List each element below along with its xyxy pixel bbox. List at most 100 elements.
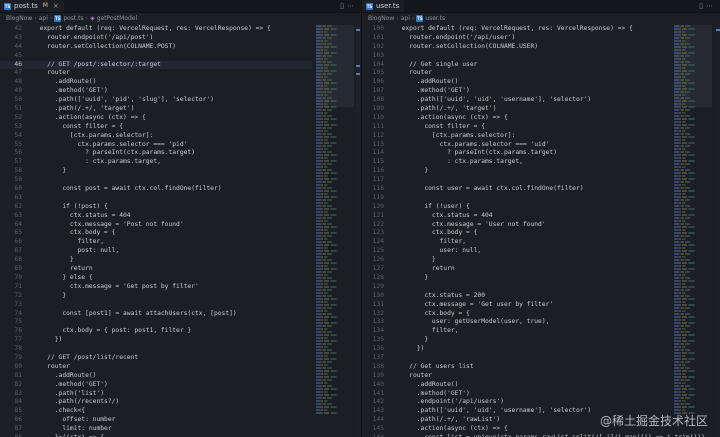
code-line[interactable]: 76 ctx.body = { post: post1, filter } [0, 327, 312, 336]
tab-user-ts[interactable]: TS user.ts [362, 0, 405, 12]
code-line[interactable]: 80 router [0, 363, 312, 372]
code-line[interactable]: 77 }) [0, 336, 312, 345]
code-line[interactable]: 114 ? parseInt(ctx.params.target) [362, 149, 672, 158]
code-line[interactable]: 70 } else { [0, 274, 312, 283]
overview-ruler[interactable] [356, 25, 360, 437]
code-line[interactable]: 69 return [0, 265, 312, 274]
code-line[interactable]: 46 // GET /post/:selector/:target [0, 60, 312, 70]
code-line[interactable]: 111 const filter = { [362, 123, 672, 132]
code-line[interactable]: 112 [ctx.params.selector]: [362, 132, 672, 141]
code-line[interactable]: 55 ctx.params.selector === 'pid' [0, 141, 312, 150]
code-line[interactable]: 83 .path('list') [0, 390, 312, 399]
code-line[interactable]: 135 } [362, 336, 672, 345]
code-line[interactable]: 67 post: null, [0, 247, 312, 256]
code-line[interactable]: 139 router [362, 372, 672, 381]
code-line[interactable]: 52 .action(async (ctx) => { [0, 114, 312, 123]
code-line[interactable]: 50 .path(['uuid', 'pid', 'slug'], 'selec… [0, 96, 312, 105]
more-actions-icon[interactable]: ⋯ [347, 2, 357, 10]
split-editor-icon[interactable]: ▯ [340, 2, 347, 10]
code-line[interactable]: 122 ctx.message = 'User not found' [362, 221, 672, 230]
code-line[interactable]: 133 user: getUserModel(user, true), [362, 318, 672, 327]
code-line[interactable]: 87 limit: number [0, 425, 312, 434]
code-line[interactable]: 129 [362, 283, 672, 292]
code-line[interactable]: 120 if (!user) { [362, 203, 672, 212]
breadcrumb-item[interactable]: api [401, 13, 410, 24]
code-line[interactable]: 141 .method('GET') [362, 390, 672, 399]
overview-ruler[interactable] [716, 25, 720, 437]
code-line[interactable]: 138 // Get users list [362, 363, 672, 372]
code-line[interactable]: 61 [0, 194, 312, 203]
code-line[interactable]: 78 [0, 345, 312, 354]
code-line[interactable]: 127 return [362, 265, 672, 274]
code-line[interactable]: 73 [0, 301, 312, 310]
code-line[interactable]: 110 .action(async (ctx) => { [362, 114, 672, 123]
code-line[interactable]: 118 const user = await ctx.col.findOne(f… [362, 185, 672, 194]
code-line[interactable]: 75 [0, 318, 312, 327]
split-editor-icon[interactable]: ▯ [699, 2, 706, 10]
code-line[interactable]: 47 router [0, 69, 312, 78]
code-line[interactable]: 64 ctx.message = 'Post not found' [0, 221, 312, 230]
code-line[interactable]: 130 ctx.status = 200 [362, 292, 672, 301]
code-line[interactable]: 121 ctx.status = 404 [362, 212, 672, 221]
code-line[interactable]: 42 export default (req: VercelRequest, r… [0, 25, 312, 34]
code-line[interactable]: 125 user: null, [362, 247, 672, 256]
code-line[interactable]: 113 ctx.params.selector === 'uid' [362, 141, 672, 150]
code-line[interactable]: 79 // GET /post/list/recent [0, 354, 312, 363]
minimap[interactable] [674, 25, 712, 425]
code-line[interactable]: 100 export default (req: VercelRequest, … [362, 25, 672, 34]
code-line[interactable]: 101 router.endpoint('/api/user') [362, 34, 672, 43]
code-line[interactable]: 49 .method('GET') [0, 87, 312, 96]
breadcrumb-item[interactable]: BlogNow [6, 13, 32, 24]
code-line[interactable]: 58 } [0, 167, 312, 176]
breadcrumb-item[interactable]: api [39, 13, 48, 24]
code-line[interactable]: 82 .method('GET') [0, 381, 312, 390]
code-line[interactable]: 104 // Get single user [362, 61, 672, 70]
code-line[interactable]: 116 } [362, 167, 672, 176]
code-line[interactable]: 86 offset: number [0, 416, 312, 425]
code-line[interactable]: 63 ctx.status = 404 [0, 212, 312, 221]
code-line[interactable]: 105 router [362, 69, 672, 78]
code-line[interactable]: 128 } [362, 274, 672, 283]
code-line[interactable]: 124 filter, [362, 238, 672, 247]
code-line[interactable]: 123 ctx.body = { [362, 229, 672, 238]
code-line[interactable]: 54 [ctx.params.selector]: [0, 132, 312, 141]
code-line[interactable]: 74 const [post1] = await attachUsers(ctx… [0, 310, 312, 319]
code-line[interactable]: 107 .method('GET') [362, 87, 672, 96]
minimap[interactable] [316, 25, 354, 425]
code-line[interactable]: 85 .check<{ [0, 407, 312, 416]
code-area[interactable]: 42 export default (req: VercelRequest, r… [0, 25, 312, 437]
code-line[interactable]: 134 filter, [362, 327, 672, 336]
code-line[interactable]: 136 }) [362, 345, 672, 354]
code-line[interactable]: 103 [362, 52, 672, 61]
code-line[interactable]: 140 .addRoute() [362, 381, 672, 390]
code-line[interactable]: 137 [362, 354, 672, 363]
code-line[interactable]: 131 ctx.message = 'Get user by filter' [362, 301, 672, 310]
code-line[interactable]: 53 const filter = { [0, 123, 312, 132]
code-line[interactable]: 108 .path(['uuid', 'uid', 'username'], '… [362, 96, 672, 105]
code-line[interactable]: 60 const post = await ctx.col.findOne(fi… [0, 185, 312, 194]
code-line[interactable]: 71 ctx.message = 'Get post by filter' [0, 283, 312, 292]
code-line[interactable]: 117 [362, 176, 672, 185]
code-line[interactable]: 59 [0, 176, 312, 185]
code-line[interactable]: 119 [362, 194, 672, 203]
code-line[interactable]: 66 filter, [0, 238, 312, 247]
code-line[interactable]: 44 router.setCollection(COLNAME.POST) [0, 43, 312, 52]
code-line[interactable]: 45 [0, 52, 312, 61]
breadcrumb-item[interactable]: getPostModel [97, 13, 137, 24]
code-line[interactable]: 48 .addRoute() [0, 78, 312, 87]
code-line[interactable]: 115 : ctx.params.target, [362, 158, 672, 167]
code-line[interactable]: 56 ? parseInt(ctx.params.target) [0, 149, 312, 158]
more-actions-icon[interactable]: ⋯ [706, 2, 716, 10]
code-line[interactable]: 81 .addRoute() [0, 372, 312, 381]
breadcrumb-item[interactable]: BlogNow [368, 13, 394, 24]
code-line[interactable]: 132 ctx.body = { [362, 310, 672, 319]
code-line[interactable]: 84 .path(/recents?/) [0, 398, 312, 407]
close-icon[interactable]: × [53, 0, 59, 12]
code-line[interactable]: 51 .path(/.+/, 'target') [0, 105, 312, 114]
code-area[interactable]: 100 export default (req: VercelRequest, … [362, 25, 705, 437]
code-line[interactable]: 68 } [0, 256, 312, 265]
code-line[interactable]: 57 : ctx.params.target, [0, 158, 312, 167]
tab-post-ts[interactable]: TS post.ts M × [0, 0, 64, 12]
code-line[interactable]: 72 } [0, 292, 312, 301]
code-line[interactable]: 106 .addRoute() [362, 78, 672, 87]
